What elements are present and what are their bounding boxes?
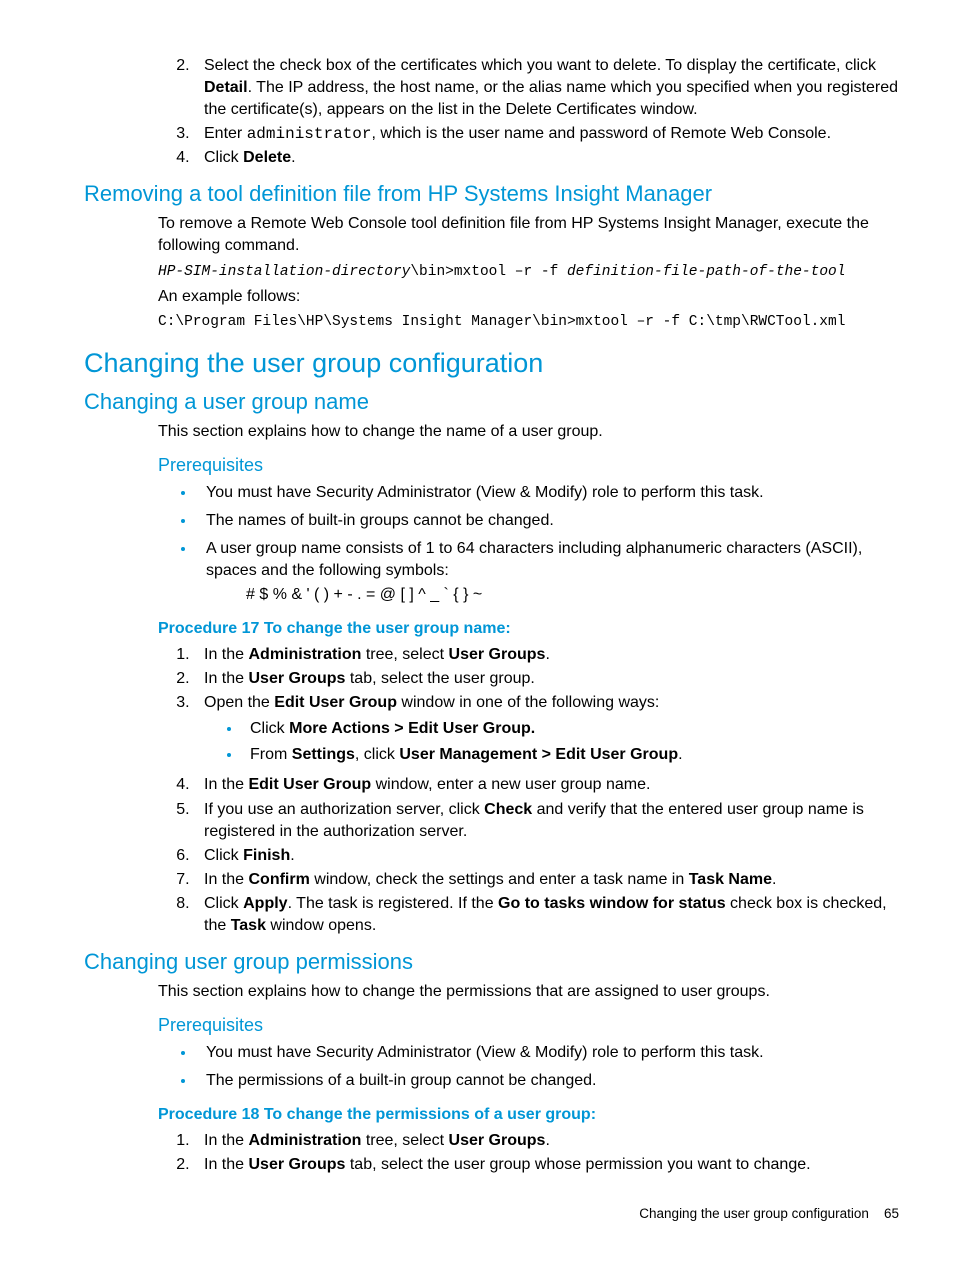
list-item: Select the check box of the certificates… [194, 55, 899, 121]
code-command-template: HP-SIM-installation-directory\bin>mxtool… [158, 262, 899, 282]
heading-removing-tool-def: Removing a tool definition file from HP … [84, 181, 899, 207]
prerequisites-list: You must have Security Administrator (Vi… [84, 482, 899, 606]
symbols-line: # $ % & ' ( ) + - . = @ [ ] ^ _ ` { } ~ [246, 584, 899, 606]
list-item: Click Finish. [194, 845, 899, 867]
list-item: The names of built-in groups cannot be c… [196, 510, 899, 532]
list-item: Click Delete. [194, 147, 899, 169]
list-item: Click Apply. The task is registered. If … [194, 893, 899, 937]
section-changing-perm-intro: This section explains how to change the … [158, 981, 899, 1003]
list-item: The permissions of a built-in group cann… [196, 1070, 899, 1092]
heading-changing-permissions: Changing user group permissions [84, 949, 899, 975]
list-item: If you use an authorization server, clic… [194, 799, 899, 843]
section-removing: To remove a Remote Web Console tool defi… [158, 213, 899, 331]
code-command-example: C:\Program Files\HP\Systems Insight Mana… [158, 312, 899, 332]
page-footer: Changing the user group configuration 65 [84, 1206, 899, 1221]
prerequisites-list-2: You must have Security Administrator (Vi… [84, 1042, 899, 1092]
list-item: Open the Edit User Group window in one o… [194, 692, 899, 766]
list-item: You must have Security Administrator (Vi… [196, 1042, 899, 1064]
list-item: From Settings, click User Management > E… [242, 744, 899, 766]
heading-prerequisites: Prerequisites [158, 1015, 899, 1036]
paragraph: An example follows: [158, 286, 899, 308]
section-changing-name-intro: This section explains how to change the … [158, 421, 899, 443]
footer-section-title: Changing the user group configuration [639, 1206, 869, 1221]
footer-page-number: 65 [884, 1206, 899, 1221]
procedure-17-title: Procedure 17 To change the user group na… [158, 620, 899, 638]
list-item: In the Administration tree, select User … [194, 1130, 899, 1152]
list-item: In the User Groups tab, select the user … [194, 668, 899, 690]
procedure-17-steps: In the Administration tree, select User … [84, 644, 899, 937]
heading-prerequisites: Prerequisites [158, 455, 899, 476]
list-item: In the User Groups tab, select the user … [194, 1154, 899, 1176]
list-item: A user group name consists of 1 to 64 ch… [196, 538, 899, 606]
list-item: You must have Security Administrator (Vi… [196, 482, 899, 504]
inner-list: Click More Actions > Edit User Group. Fr… [204, 718, 899, 766]
procedure-18-steps: In the Administration tree, select User … [84, 1130, 899, 1176]
paragraph: To remove a Remote Web Console tool defi… [158, 213, 899, 257]
list-item: In the Edit User Group window, enter a n… [194, 774, 899, 796]
list-item: Click More Actions > Edit User Group. [242, 718, 899, 740]
paragraph: This section explains how to change the … [158, 421, 899, 443]
heading-changing-name: Changing a user group name [84, 389, 899, 415]
list-item: In the Confirm window, check the setting… [194, 869, 899, 891]
procedure-18-title: Procedure 18 To change the permissions o… [158, 1106, 899, 1124]
paragraph: This section explains how to change the … [158, 981, 899, 1003]
heading-changing-config: Changing the user group configuration [84, 348, 899, 379]
list-item: In the Administration tree, select User … [194, 644, 899, 666]
page-content: Select the check box of the certificates… [0, 0, 954, 1251]
top-ordered-list: Select the check box of the certificates… [84, 55, 899, 169]
list-item: Enter administrator, which is the user n… [194, 123, 899, 145]
